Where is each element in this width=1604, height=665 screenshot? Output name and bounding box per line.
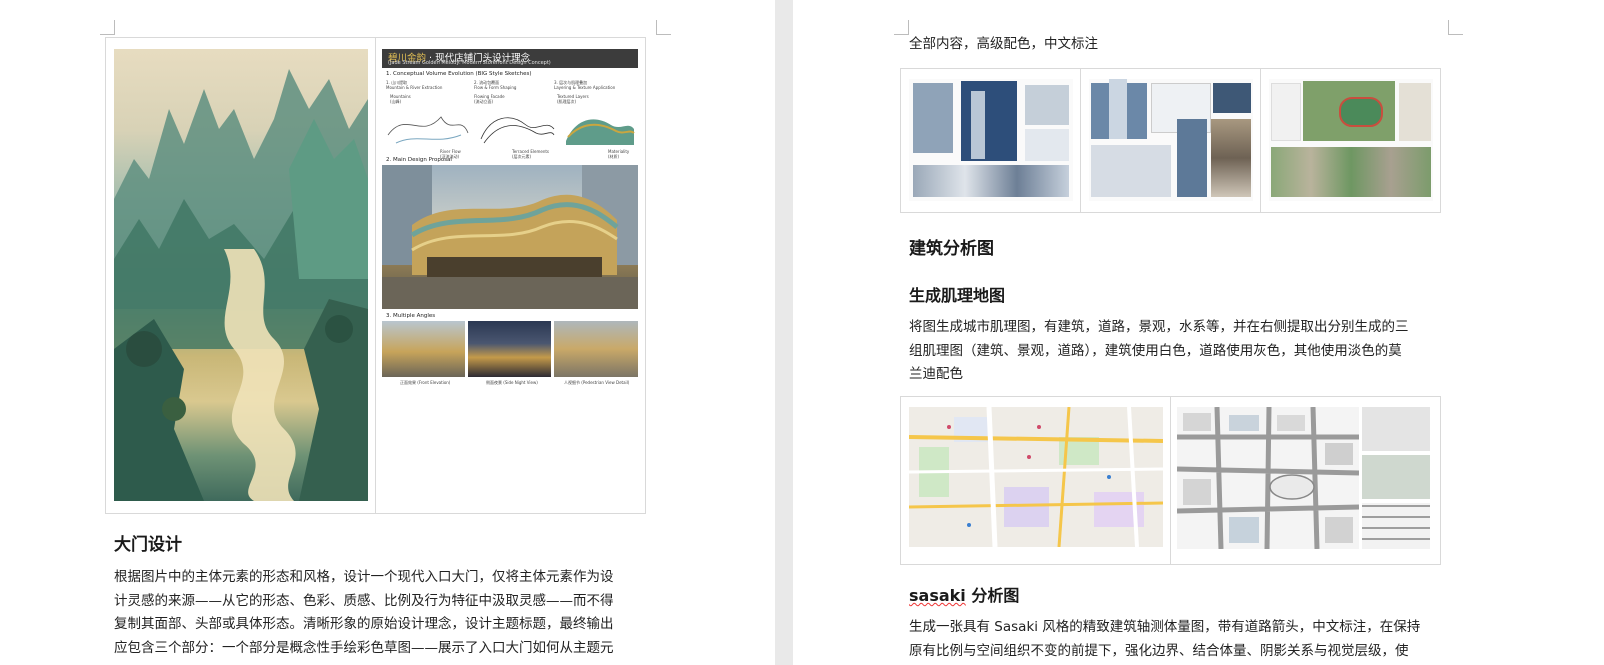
paragraph-line: 将图生成城市肌理图，有建筑，道路，景观，水系等，并在右侧提取出分别生成的三 [909, 319, 1409, 335]
table-cell-sheet-3[interactable] [1261, 69, 1440, 212]
analysis-sheets-table[interactable] [900, 68, 1441, 213]
crop-mark-top-left [894, 20, 909, 35]
step-2-en: Flow & Form Shaping [474, 85, 517, 90]
board-section-3: 3. Multiple Angles [386, 313, 436, 319]
table-cell-design-board[interactable]: 碧川金韵 · 现代店铺门头设计理念 (Jade Stream Golden Me… [376, 38, 645, 513]
sasaki-paragraph: 生成一张具有 Sasaki 风格的精致建筑轴测体量图，带有道路箭头，中文标注，在… [909, 616, 1420, 663]
tower-analysis-sheet-1[interactable] [909, 79, 1073, 201]
texture-extract-buildings [1362, 407, 1430, 451]
gate-design-heading: 大门设计 [114, 535, 182, 555]
board-subtitle: (Jade Stream Golden Melody: Modern Store… [388, 60, 551, 66]
texture-extract-landscape [1362, 455, 1430, 499]
document-page-left: 碧川金韵 · 现代店铺门头设计理念 (Jade Stream Golden Me… [0, 0, 775, 665]
texture-maps-table[interactable] [900, 396, 1441, 565]
angle-thumb-pedestrian [554, 321, 638, 377]
table-cell-city-map[interactable] [901, 397, 1171, 564]
paragraph-line: 生成一张具有 Sasaki 风格的精致建筑轴测体量图，带有道路箭头，中文标注，在… [909, 619, 1421, 635]
crop-mark-top-right [1448, 20, 1463, 35]
main-design-render [382, 165, 638, 309]
table-cell-texture-map[interactable] [1171, 397, 1440, 564]
table-cell-painting[interactable] [106, 38, 376, 513]
concept-sketches [387, 116, 635, 145]
city-map-image[interactable] [909, 407, 1163, 547]
tower-analysis-sheet-2[interactable] [1089, 79, 1253, 201]
step-1-en: Mountain & River Extraction [386, 85, 443, 90]
paragraph-line: 全部内容，高级配色，中文标注 [909, 36, 1098, 52]
site-analysis-sheet-3[interactable] [1269, 79, 1433, 201]
board-section-1: 1. Conceptual Volume Evolution (BIG Styl… [386, 71, 532, 77]
angle-thumb-front [382, 321, 465, 377]
paragraph-line: 原有比例与空间组织不变的前提下，强化边界、结合体量、阴影关系与视觉层级，使 [909, 642, 1409, 659]
table-cell-sheet-1[interactable] [901, 69, 1081, 212]
paragraph-line: 组肌理图（建筑、景观，道路），建筑使用白色，道路使用灰色，其他使用淡色的莫 [909, 342, 1402, 359]
building-analysis-heading: 建筑分析图 [909, 239, 994, 259]
angle-caption-front: 正面效果 (Front Elevation) [400, 380, 451, 385]
paragraph-line: 兰迪配色 [909, 366, 963, 382]
document-page-right: 全部内容，高级配色，中文标注 建筑分析图 生成肌理地图 将图生成城市肌理图，有建… [793, 0, 1604, 665]
top-text-line: 全部内容，高级配色，中文标注 [909, 33, 1098, 57]
texture-map-paragraph: 将图生成城市肌理图，有建筑，道路，景观，水系等，并在右侧提取出分别生成的三 组肌… [909, 316, 1409, 387]
image-table[interactable]: 碧川金韵 · 现代店铺门头设计理念 (Jade Stream Golden Me… [105, 37, 646, 514]
landscape-painting-image[interactable] [114, 49, 368, 501]
building-texture-map-image[interactable] [1177, 407, 1359, 549]
table-cell-sheet-2[interactable] [1081, 69, 1261, 212]
angle-thumb-night [468, 321, 551, 377]
label-terraced-elements-cn: (层次元素) [512, 154, 532, 159]
design-board-image[interactable]: 碧川金韵 · 现代店铺门头设计理念 (Jade Stream Golden Me… [382, 49, 638, 389]
paragraph-line: 应包含三个部分：一个部分是概念性手绘彩色草图——展示了入口大门如何从主题元 [114, 639, 614, 656]
label-materiality-cn: (材质) [608, 154, 620, 159]
paragraph-line: 复制其面部、头部或具体形态。清晰形象的原始设计理念，设计主题标题，最终输出 [114, 616, 614, 632]
crop-mark-top-right [656, 20, 671, 35]
paragraph-line: 根据图片中的主体元素的形态和风格，设计一个现代入口大门，仅将主体元素作为设 [114, 569, 614, 585]
angle-caption-night: 侧面夜景 (Side Night View) [486, 380, 538, 385]
texture-extract-roads [1362, 503, 1430, 549]
sasaki-heading: sasaki 分析图 [909, 582, 1019, 606]
paragraph-line: 计灵感的来源——从它的形态、色彩、质感、比例及行为特征中汲取灵感——而不得 [114, 592, 614, 609]
board-section-2: 2. Main Design Proposal [386, 157, 452, 163]
sasaki-heading-rest: 分析图 [965, 586, 1020, 605]
crop-mark-top-left [100, 20, 115, 35]
step-3-en: Layering & Texture Application [554, 85, 616, 90]
texture-map-heading: 生成肌理地图 [909, 286, 1006, 305]
angle-caption-pedestrian: 人视细节 (Pedestrian View Detail) [564, 380, 630, 385]
sasaki-heading-word: sasaki [909, 586, 966, 605]
board-header: 碧川金韵 · 现代店铺门头设计理念 (Jade Stream Golden Me… [382, 49, 638, 68]
gate-design-paragraph: 根据图片中的主体元素的形态和风格，设计一个现代入口大门，仅将主体元素作为设 计灵… [114, 566, 614, 660]
